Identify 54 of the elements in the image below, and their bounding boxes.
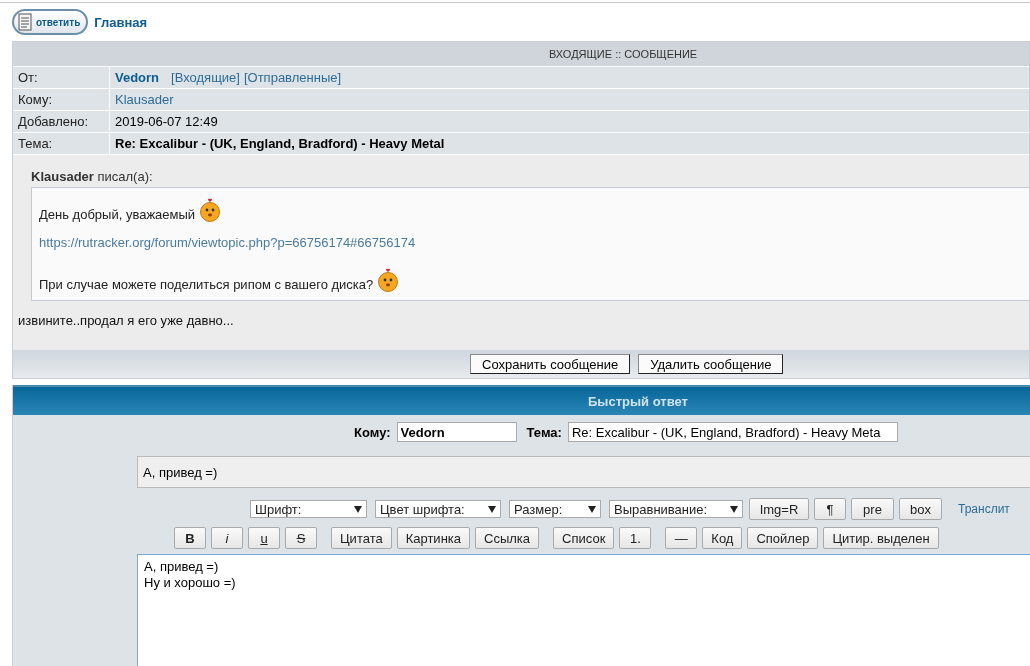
field-label: От: (13, 67, 110, 88)
format-select[interactable]: Размер: (509, 500, 601, 518)
home-link[interactable]: Главная (94, 14, 148, 30)
field-value: 2019-06-07 12:49 (115, 114, 218, 129)
sender-link[interactable]: Vedorn (115, 70, 160, 85)
dropdown-caret-icon (588, 505, 596, 513)
to-label: Кому: (354, 424, 391, 440)
panel-title: ВХОДЯЩИЕ :: СООБЩЕНИЕ (549, 48, 698, 60)
delete-button[interactable]: Удалить сообщение (638, 354, 784, 374)
translit-link[interactable]: Транслит (958, 502, 1010, 516)
message-textarea[interactable]: А, привед =) Ну и хорошо =) (137, 554, 1030, 666)
dropdown-caret-icon (354, 505, 362, 513)
format-button[interactable]: 1. (619, 527, 652, 549)
format-button[interactable]: i (211, 527, 243, 549)
format-button[interactable]: Спойлер (747, 527, 819, 549)
tag-button[interactable]: Img=R (749, 498, 809, 520)
format-button[interactable]: Цитир. выделен (823, 527, 939, 549)
format-button[interactable]: Цитата (331, 527, 392, 549)
recipient-link[interactable]: Klausader (115, 92, 174, 107)
format-button[interactable]: Код (702, 527, 743, 549)
subject-label: Тема: (526, 424, 562, 440)
subject-input[interactable]: Re: Excalibur - (UK, England, Bradford) - Heavy Meta (567, 422, 898, 442)
folder-link[interactable]: [Отправленные] (243, 70, 342, 85)
field-label: Тема: (13, 133, 110, 154)
format-button[interactable]: Картинка (396, 527, 471, 549)
tag-button[interactable]: box (899, 498, 942, 520)
folder-link[interactable]: [Входящие] (171, 70, 240, 85)
dropdown-caret-icon (730, 505, 738, 513)
dropdown-caret-icon (488, 505, 496, 513)
save-button[interactable]: Сохранить сообщение (470, 354, 631, 374)
message-text: извините..продал я его уже давно... (18, 313, 235, 328)
tag-button[interactable]: pre (851, 498, 894, 520)
format-button[interactable]: Ссылка (475, 527, 540, 549)
preview-text: А, привед =) (143, 464, 218, 480)
quote-author: Klausader писал(а): (31, 169, 154, 184)
field-label: Кому: (13, 89, 110, 110)
quote-link[interactable]: https://rutracker.org/forum/viewtopic.php?p=66756174#66756174 (39, 235, 416, 250)
format-select[interactable]: Шрифт: (250, 500, 367, 518)
format-select[interactable]: Выравнивание: (609, 500, 743, 518)
quote-text: При случае можете поделиться рипом с вашего диска? (39, 277, 374, 292)
tag-button[interactable]: ¶ (814, 498, 846, 520)
quick-reply-title: Быстрый ответ (588, 393, 688, 409)
reply-button[interactable]: ответить (12, 9, 89, 35)
format-button[interactable]: u (248, 527, 280, 549)
format-button[interactable]: S (285, 527, 317, 549)
format-button[interactable]: B (174, 527, 206, 549)
field-label: Добавлено: (13, 111, 110, 132)
format-select[interactable]: Цвет шрифта: (375, 500, 501, 518)
document-icon (17, 13, 33, 31)
subject-value: Re: Excalibur - (UK, England, Bradford) - Heavy Metal (115, 136, 445, 151)
format-button[interactable]: Список (553, 527, 615, 549)
recipient-input[interactable]: Vedorn (396, 422, 517, 442)
format-button[interactable]: — (665, 527, 698, 549)
quote-text: День добрый, уважаемый (39, 207, 196, 222)
